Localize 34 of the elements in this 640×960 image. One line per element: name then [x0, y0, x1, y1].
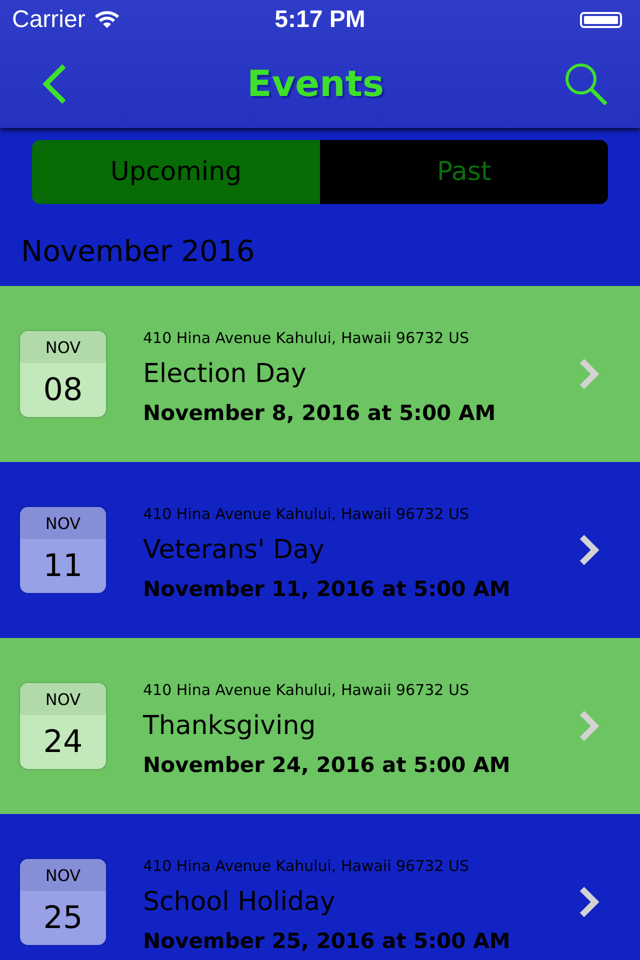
chevron-icon [578, 710, 600, 742]
section-header: November 2016 [20, 233, 256, 270]
event-datetime: November 25, 2016 at 5:00 AM [143, 929, 512, 953]
event-address: 410 Hina Avenue Kahului, Hawaii 96732 US [143, 505, 470, 523]
calendar-month: NOV [20, 859, 106, 891]
search-icon[interactable] [564, 62, 608, 106]
back-icon[interactable] [41, 63, 67, 105]
chevron-icon [578, 534, 600, 566]
status-time: 5:17 PM [274, 6, 366, 34]
wifi-icon [95, 11, 120, 29]
event-title: Veterans' Day [143, 535, 326, 565]
event-title: School Holiday [143, 887, 336, 917]
calendar-day: 24 [20, 715, 106, 769]
event-address: 410 Hina Avenue Kahului, Hawaii 96732 US [143, 329, 470, 347]
event-row[interactable]: NOV 24 410 Hina Avenue Kahului, Hawaii 96732 US Thanksgiving November 24, 2016 at 5:00 AM [0, 638, 640, 814]
event-datetime: November 24, 2016 at 5:00 AM [143, 753, 512, 777]
event-address: 410 Hina Avenue Kahului, Hawaii 96732 US [143, 857, 470, 875]
calendar-day: 25 [20, 891, 106, 945]
event-address: 410 Hina Avenue Kahului, Hawaii 96732 US [143, 681, 470, 699]
calendar-day: 08 [20, 363, 106, 417]
battery-icon [580, 12, 622, 28]
calendar-day: 11 [20, 539, 106, 593]
calendar-month: NOV [20, 331, 106, 363]
event-row[interactable]: NOV 08 410 Hina Avenue Kahului, Hawaii 96732 US Election Day November 8, 2016 at 5:00 AM [0, 286, 640, 462]
screen-title: Events [247, 64, 384, 104]
event-title: Thanksgiving [143, 711, 317, 741]
calendar-month: NOV [20, 507, 106, 539]
event-datetime: November 8, 2016 at 5:00 AM [143, 401, 497, 425]
chevron-icon [578, 886, 600, 918]
chevron-icon [578, 358, 600, 390]
calendar-month: NOV [20, 683, 106, 715]
event-title: Election Day [143, 359, 308, 389]
carrier-label: Carrier [12, 6, 86, 34]
event-datetime: November 11, 2016 at 5:00 AM [143, 577, 512, 601]
